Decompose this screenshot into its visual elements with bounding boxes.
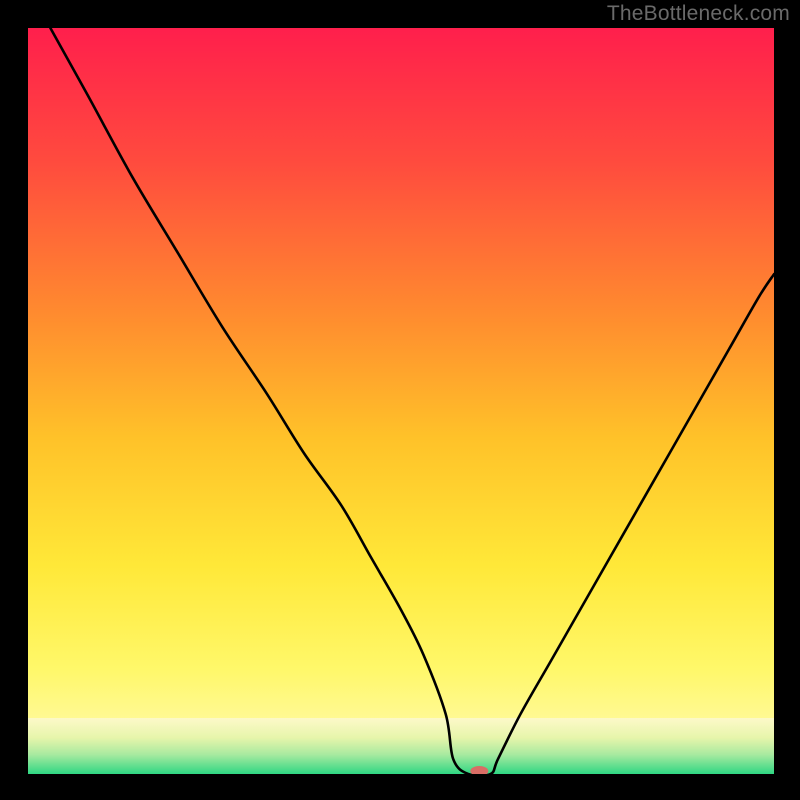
chart-svg bbox=[28, 28, 774, 774]
floor-band bbox=[28, 718, 774, 774]
chart-frame: TheBottleneck.com bbox=[0, 0, 800, 800]
watermark-text: TheBottleneck.com bbox=[607, 2, 790, 26]
plot-area bbox=[28, 28, 774, 774]
gradient-background bbox=[28, 28, 774, 774]
